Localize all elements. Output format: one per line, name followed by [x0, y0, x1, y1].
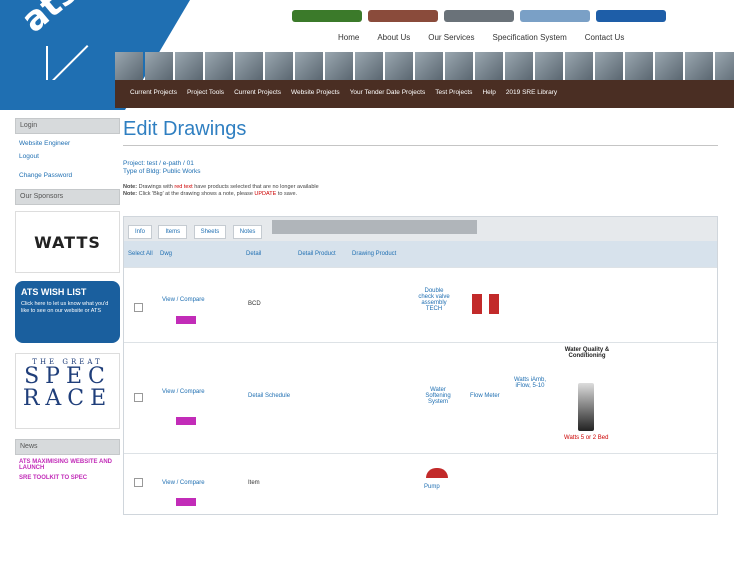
tab-info[interactable]: Info — [128, 225, 153, 239]
news-link-2[interactable]: SRE TOOLKIT TO SPEC — [15, 471, 120, 481]
drawings-table: Info Items Sheets Notes Select All Dwg D… — [123, 216, 718, 515]
valve-product-image — [489, 294, 499, 314]
row-checkbox[interactable] — [134, 478, 143, 487]
tab-sheets[interactable]: Sheets — [193, 225, 227, 239]
row-checkbox[interactable] — [134, 393, 143, 402]
wishlist-title: ATS WISH LIST — [21, 287, 87, 297]
title-divider — [123, 145, 718, 146]
product-text[interactable]: Watts iAmb, iFlow, 5-10 — [510, 377, 550, 389]
subnav-item-2[interactable]: Project Tools — [187, 89, 224, 96]
product-text[interactable]: Double check valve assembly TECH — [416, 288, 452, 312]
notes: Note: Drawings with red text have produc… — [123, 184, 718, 198]
login-heading: Login — [15, 118, 120, 134]
col-detail-product: Detail Product — [298, 251, 336, 257]
nav-about[interactable]: About Us — [377, 33, 410, 42]
top-button-3[interactable] — [444, 10, 514, 22]
page-title: Edit Drawings — [123, 118, 247, 140]
spec-race-bottom: RACE — [22, 386, 113, 411]
edit-button[interactable] — [176, 316, 196, 326]
logout-link[interactable]: Logout — [15, 147, 120, 160]
top-button-2[interactable] — [368, 10, 438, 22]
note-1: Note: Drawings with red text have produc… — [123, 184, 319, 190]
watts-logo-text: WATTS — [34, 232, 101, 252]
sub-nav: Current Projects Project Tools Current P… — [130, 89, 557, 96]
top-button-4[interactable] — [520, 10, 590, 22]
table-row: View / Compare Item Pump — [124, 453, 717, 514]
nav-services[interactable]: Our Services — [428, 33, 474, 42]
col-dwg: Dwg — [160, 251, 173, 257]
change-password-link[interactable]: Change Password — [15, 160, 120, 179]
building-type-line: Type of Bldg: Public Works — [123, 168, 201, 175]
subnav-item-4[interactable]: Website Projects — [291, 89, 340, 96]
subnav-item-3[interactable]: Current Projects — [234, 89, 281, 96]
tab-items[interactable]: Items — [158, 225, 188, 239]
subnav-item-8[interactable]: 2019 SRE Library — [506, 89, 557, 96]
top-button-1[interactable] — [292, 10, 362, 22]
nav-home[interactable]: Home — [338, 33, 359, 42]
top-buttons — [292, 10, 666, 22]
table-header: Select All Dwg Detail Detail Product Dra… — [124, 241, 717, 267]
detail-value: BCD — [248, 301, 261, 307]
edit-button[interactable] — [176, 498, 196, 508]
main-nav: Home About Us Our Services Specification… — [338, 33, 624, 42]
product-text[interactable]: Water Softening System — [420, 387, 456, 405]
edit-button[interactable] — [176, 417, 196, 427]
product-caption[interactable]: Watts 5 or 2 Bed — [564, 435, 608, 441]
row-checkbox[interactable] — [134, 303, 143, 312]
valve-product-image — [472, 294, 482, 314]
product-category-title: Water Quality & Conditioning — [564, 347, 610, 359]
header-photo-strip — [115, 52, 734, 80]
nav-spec-system[interactable]: Specification System — [492, 33, 566, 42]
table-tabs: Info Items Sheets Notes — [124, 217, 717, 241]
tab-notes[interactable]: Notes — [232, 225, 263, 239]
table-row: View / Compare BCD Double check valve as… — [124, 267, 717, 342]
wishlist-text: Click here to let us know what you'd lik… — [21, 301, 109, 314]
product-text[interactable]: Pump — [424, 484, 440, 490]
project-line: Project: test / e-path / 01 — [123, 160, 194, 167]
project-info: Project: test / e-path / 01 Type of Bldg… — [123, 160, 718, 176]
news-link-1[interactable]: ATS MAXIMISING WEBSITE AND LAUNCH — [15, 455, 120, 471]
note-2: Note: Click 'Bkg' at the drawing shows a… — [123, 191, 298, 197]
detail-value: Detail Schedule — [248, 393, 291, 399]
water-conditioner-image — [578, 383, 594, 431]
spec-race-mid: SPEC — [24, 364, 111, 389]
sponsors-heading: Our Sponsors — [15, 189, 120, 205]
col-drawing-product: Drawing Product — [352, 251, 397, 257]
view-compare-link[interactable]: View / Compare — [162, 297, 205, 303]
subnav-item-1[interactable]: Current Projects — [130, 89, 177, 96]
product-text[interactable]: Flow Meter — [470, 393, 500, 399]
pump-product-image — [426, 468, 448, 478]
login-user-link[interactable]: Website Engineer — [15, 134, 120, 147]
nav-contact[interactable]: Contact Us — [585, 33, 625, 42]
sub-nav-left — [0, 80, 115, 108]
subnav-item-5[interactable]: Your Tender Date Projects — [350, 89, 426, 96]
view-compare-link[interactable]: View / Compare — [162, 480, 205, 486]
col-detail: Detail — [246, 251, 262, 257]
wishlist-banner[interactable]: ATS WISH LIST Click here to let us know … — [15, 281, 120, 343]
watts-sponsor-logo[interactable]: WATTS — [15, 211, 120, 273]
top-button-5[interactable] — [596, 10, 666, 22]
subnav-item-6[interactable]: Test Projects — [435, 89, 472, 96]
subnav-item-7[interactable]: Help — [482, 89, 495, 96]
view-compare-link[interactable]: View / Compare — [162, 389, 205, 395]
spec-race-banner[interactable]: THE GREAT SPEC RACE — [15, 353, 120, 429]
site-header: ats Home About Us Our Services Specifica… — [0, 0, 734, 110]
sidebar: Login Website Engineer Logout Change Pas… — [15, 118, 120, 481]
main-content: Edit Drawings Project: test / e-path / 0… — [123, 118, 718, 515]
news-heading: News — [15, 439, 120, 455]
table-row: View / Compare Detail Schedule Water Sof… — [124, 342, 717, 453]
col-select-all[interactable]: Select All — [124, 251, 160, 257]
detail-value: Item — [248, 480, 260, 486]
tabs-filler — [272, 220, 477, 234]
